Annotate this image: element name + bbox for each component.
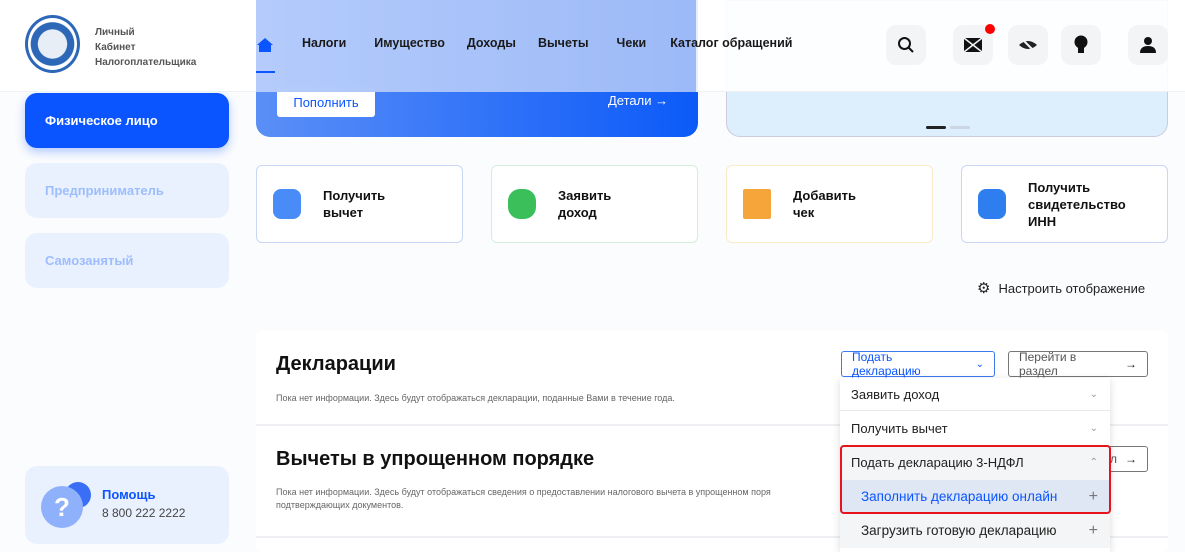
user-icon (1140, 37, 1156, 53)
ruble-bag-icon (508, 189, 536, 219)
action-declare-income[interactable]: Заявить доход (491, 165, 698, 243)
nav-receipts[interactable]: Чеки (617, 36, 647, 50)
section-text: Пока нет информации. Здесь будут отображ… (276, 487, 771, 497)
dropdown-subitem-upload[interactable]: Загрузить готовую декларацию + (840, 513, 1110, 548)
nav-taxes[interactable]: Налоги (302, 36, 346, 50)
details-link[interactable]: Детали → (608, 93, 668, 108)
details-label: Детали (608, 93, 652, 108)
plus-icon: + (1088, 521, 1098, 539)
logo-line: Налогоплательщика (95, 57, 197, 68)
logo-text: Личный Кабинет Налогоплательщика (95, 25, 196, 70)
card-label: вычет (323, 205, 364, 220)
nav-deductions[interactable]: Вычеты (538, 36, 589, 50)
search-icon (898, 37, 914, 53)
help-card[interactable]: ? Помощь 8 800 222 2222 (25, 466, 229, 544)
submit-declaration-button[interactable]: Подать декларацию ⌄ (841, 350, 995, 378)
monitor-chat-icon (978, 189, 1006, 219)
hide-balance-button[interactable] (1008, 25, 1048, 65)
help-phone: 8 800 222 2222 (102, 506, 186, 520)
logo-line: Личный (95, 27, 135, 38)
item-label: Получить вычет (851, 421, 948, 436)
card-label: свидетельство (1028, 196, 1126, 212)
chevron-down-icon: ⌄ (1089, 388, 1098, 400)
section-text: Пока нет информации. Здесь будут отображ… (276, 393, 675, 403)
sidebar-item-individual[interactable]: Физическое лицо (25, 93, 229, 148)
receipt-icon (743, 189, 771, 219)
item-label: Загрузить готовую декларацию (861, 523, 1057, 538)
item-label: Заявить доход (851, 386, 940, 402)
wallet-icon (273, 189, 301, 219)
sidebar-item-entrepreneur[interactable]: Предприниматель (25, 163, 229, 218)
goto-declarations-button[interactable]: Перейти в раздел → (1008, 350, 1148, 378)
nav-income[interactable]: Доходы (467, 36, 516, 50)
nav-property[interactable]: Имущество (374, 36, 445, 50)
card-label: ИНН (1028, 213, 1057, 229)
card-label: Получить (323, 188, 386, 203)
logo-line: Кабинет (95, 42, 136, 53)
gear-icon: ⚙ (977, 280, 991, 297)
button-label: Перейти в раздел (1019, 350, 1077, 378)
arrow-right-icon: → (655, 93, 669, 108)
arrow-right-icon: → (1125, 452, 1137, 466)
button-label: Подать декларацию (852, 350, 921, 378)
card-label: чек (793, 205, 815, 220)
card-label: доход (558, 205, 597, 220)
carousel-dot-active[interactable] (926, 126, 946, 129)
chevron-down-icon: ⌄ (975, 358, 984, 370)
highlight-outline (840, 445, 1111, 514)
card-label: Заявить (558, 188, 612, 203)
question-icon: ? (41, 486, 83, 528)
customize-display-button[interactable]: ⚙ Настроить отображение (977, 279, 1145, 297)
section-title: Декларации (276, 353, 396, 375)
action-add-receipt[interactable]: Добавить чек (726, 165, 933, 243)
card-label: Добавить (793, 188, 856, 203)
nav-catalog[interactable]: Каталог обращений (670, 36, 792, 50)
fns-logo[interactable] (25, 15, 80, 73)
customize-label: Настроить отображение (998, 280, 1146, 296)
carousel-dot[interactable] (950, 126, 970, 129)
action-get-inn[interactable]: Получить свидетельство ИНН (961, 165, 1168, 243)
eye-off-icon (1019, 37, 1037, 53)
mail-icon (964, 38, 982, 52)
card-label: Получить (1028, 179, 1091, 195)
notification-dot (985, 24, 995, 34)
main-nav: Налоги Имущество Доходы Вычеты Чеки Ката… (302, 36, 792, 50)
button-label: л (1109, 452, 1117, 466)
section-text: подтверждающих документов. (276, 500, 404, 510)
search-button[interactable] (886, 25, 926, 65)
chevron-down-icon: ⌄ (1089, 423, 1098, 434)
tips-button[interactable] (1061, 25, 1101, 65)
arrow-right-icon: → (1125, 357, 1137, 371)
sidebar-item-self-employed[interactable]: Самозанятый (25, 233, 229, 288)
profile-button[interactable] (1128, 25, 1168, 65)
home-icon[interactable] (256, 37, 274, 53)
action-get-deduction[interactable]: Получить вычет (256, 165, 463, 243)
dropdown-item-declare-income[interactable]: Заявить доход ⌄ (840, 378, 1110, 411)
active-tab-indicator (256, 71, 275, 73)
help-title: Помощь (102, 487, 156, 502)
dropdown-item-get-deduction[interactable]: Получить вычет ⌄ (840, 412, 1110, 445)
section-title: Вычеты в упрощенном порядке (276, 448, 595, 470)
lightbulb-icon (1074, 35, 1088, 53)
